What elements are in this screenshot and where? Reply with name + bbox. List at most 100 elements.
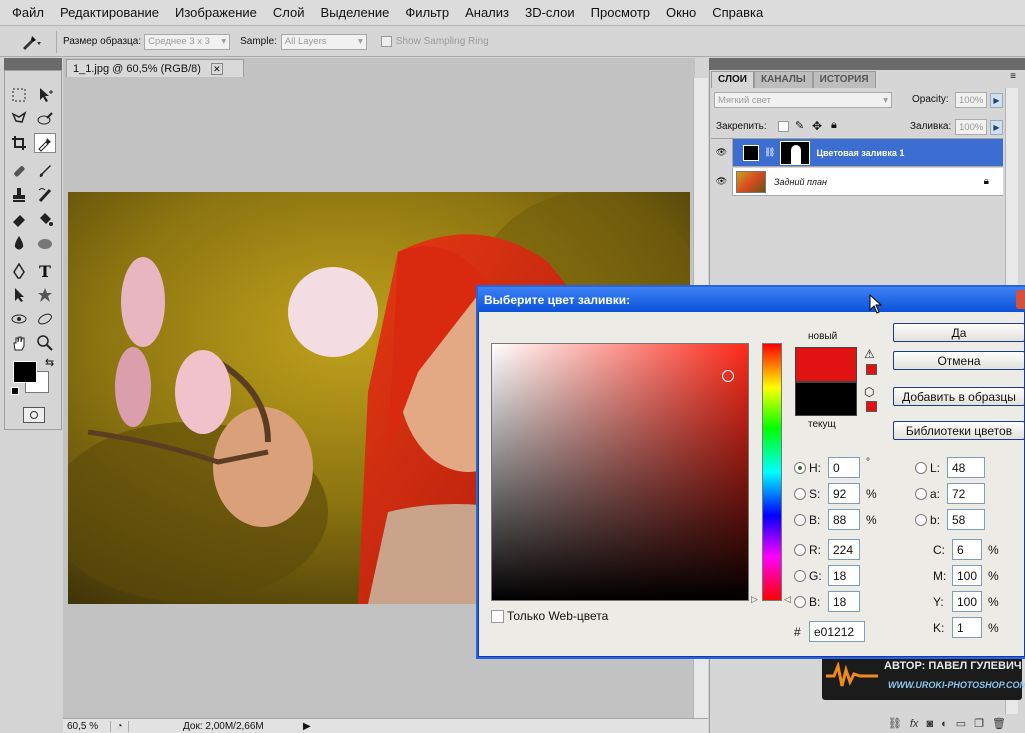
eraser-tool-icon[interactable]: [8, 209, 30, 229]
shape-tool-icon[interactable]: [34, 285, 56, 305]
ok-button[interactable]: Да: [893, 323, 1025, 342]
add-to-swatches-button[interactable]: Добавить в образцы: [893, 387, 1025, 406]
blur-tool-icon[interactable]: [8, 233, 30, 253]
trash-icon[interactable]: 🗑︎: [992, 717, 1006, 730]
gamut-color-swatch[interactable]: [866, 364, 877, 375]
pen-tool-icon[interactable]: [8, 261, 30, 281]
status-menu-arrow-icon[interactable]: ▶: [303, 721, 311, 732]
tab-channels[interactable]: КАНАЛЫ: [753, 71, 813, 88]
eye-icon[interactable]: 👁︎: [711, 138, 733, 167]
lock-transparency-icon[interactable]: [778, 121, 789, 132]
out-of-gamut-warning-icon[interactable]: ⚠: [864, 347, 875, 361]
menu-image[interactable]: Изображение: [167, 5, 265, 20]
menu-window[interactable]: Окно: [658, 5, 704, 20]
menu-layer[interactable]: Слой: [265, 5, 313, 20]
stamp-tool-icon[interactable]: [8, 185, 30, 205]
layer-row-color-fill[interactable]: 👁︎ ⛓ Цветовая заливка 1: [711, 138, 1003, 167]
link-layers-icon[interactable]: ⛓: [888, 717, 902, 730]
path-selection-tool-icon[interactable]: [8, 285, 30, 305]
lock-all-icon[interactable]: 🔒︎: [831, 119, 837, 132]
zoom-tool-icon[interactable]: [34, 333, 56, 353]
zoom-level[interactable]: 60,5 %: [63, 720, 111, 732]
opacity-arrow-icon[interactable]: ▶: [990, 93, 1003, 108]
dialog-close-icon[interactable]: [1016, 290, 1025, 309]
green-input[interactable]: 18: [828, 565, 860, 586]
hand-tool-icon[interactable]: [8, 333, 30, 353]
blue-input[interactable]: 18: [828, 591, 860, 612]
healing-brush-tool-icon[interactable]: [8, 161, 30, 181]
saturation-input[interactable]: 92: [828, 483, 860, 504]
web-only-checkbox[interactable]: [491, 609, 504, 623]
menu-edit[interactable]: Редактирование: [52, 5, 167, 20]
close-icon[interactable]: ✕: [210, 62, 223, 75]
hue-radio[interactable]: [794, 461, 806, 474]
move-tool-icon[interactable]: [34, 85, 56, 105]
panel-header[interactable]: [709, 58, 1025, 70]
lasso-tool-icon[interactable]: [8, 109, 30, 129]
menu-help[interactable]: Справка: [704, 5, 771, 20]
quick-mask-icon[interactable]: [23, 407, 45, 423]
paint-bucket-tool-icon[interactable]: [34, 209, 56, 229]
web-safe-color-swatch[interactable]: [866, 401, 877, 412]
new-group-icon[interactable]: ▭: [956, 717, 966, 730]
dialog-title[interactable]: Выберите цвет заливки:: [478, 287, 1025, 312]
red-radio[interactable]: [794, 543, 806, 556]
hue-slider[interactable]: [762, 343, 782, 601]
lab-b-input[interactable]: 58: [947, 509, 985, 530]
tab-history[interactable]: ИСТОРИЯ: [812, 71, 876, 88]
cancel-button[interactable]: Отмена: [893, 351, 1025, 370]
add-mask-icon[interactable]: ◙: [926, 718, 933, 730]
brightness-input[interactable]: 88: [828, 509, 860, 530]
tools-panel-header[interactable]: [4, 58, 62, 70]
tab-layers[interactable]: СЛОИ: [711, 71, 754, 88]
3d-orbit-tool-icon[interactable]: [34, 309, 56, 329]
foreground-color-swatch[interactable]: [13, 361, 37, 383]
panel-menu-icon[interactable]: ≡: [1010, 71, 1016, 88]
lab-a-input[interactable]: 72: [947, 483, 985, 504]
sample-select[interactable]: All Layers ▾: [280, 33, 367, 50]
cyan-input[interactable]: 6: [952, 539, 982, 560]
color-libraries-button[interactable]: Библиотеки цветов: [893, 421, 1025, 440]
opacity-input[interactable]: 100%: [955, 92, 987, 108]
sponge-tool-icon[interactable]: [34, 233, 56, 253]
fill-arrow-icon[interactable]: ▶: [990, 120, 1003, 135]
lock-pixels-icon[interactable]: ✎: [795, 119, 804, 132]
blue-radio[interactable]: [794, 595, 806, 608]
lab-l-radio[interactable]: [915, 461, 927, 474]
green-radio[interactable]: [794, 569, 806, 582]
menu-analysis[interactable]: Анализ: [457, 5, 517, 20]
brush-tool-icon[interactable]: [34, 161, 56, 181]
history-brush-tool-icon[interactable]: [34, 185, 56, 205]
default-colors-icon[interactable]: [11, 387, 19, 395]
lab-l-input[interactable]: 48: [947, 457, 985, 478]
current-color-swatch[interactable]: [795, 382, 857, 416]
chain-link-icon[interactable]: ⛓: [764, 147, 775, 158]
eyedropper-preset-icon[interactable]: [20, 33, 50, 51]
type-tool-icon[interactable]: T: [34, 261, 56, 281]
menu-3d[interactable]: 3D-слои: [517, 5, 583, 20]
menu-file[interactable]: Файл: [4, 5, 52, 20]
lab-b-radio[interactable]: [915, 513, 927, 526]
eyedropper-tool-icon[interactable]: [34, 133, 56, 153]
magenta-input[interactable]: 100: [952, 565, 982, 586]
hex-input[interactable]: e01212: [809, 621, 865, 642]
layer-row-background[interactable]: 👁︎ Задний план 🔒︎: [711, 167, 1003, 196]
hue-slider-left-arrow-icon[interactable]: ▷: [751, 594, 758, 605]
red-input[interactable]: 224: [828, 539, 860, 560]
swap-colors-icon[interactable]: ⇆: [45, 356, 54, 369]
3d-rotate-tool-icon[interactable]: [8, 309, 30, 329]
black-input[interactable]: 1: [952, 617, 982, 638]
brightness-radio[interactable]: [794, 513, 806, 526]
menu-select[interactable]: Выделение: [313, 5, 398, 20]
new-layer-icon[interactable]: ❐: [974, 717, 984, 730]
fx-icon[interactable]: fx: [910, 718, 919, 730]
lab-a-radio[interactable]: [915, 487, 927, 500]
zoom-icon[interactable]: ◔: [111, 720, 129, 732]
fill-input[interactable]: 100%: [955, 119, 987, 135]
web-safe-cube-icon[interactable]: ⬡: [864, 385, 874, 399]
eye-icon[interactable]: 👁︎: [711, 167, 733, 196]
document-tab[interactable]: 1_1.jpg @ 60,5% (RGB/8) ✕: [66, 59, 244, 77]
hue-input[interactable]: 0: [828, 457, 860, 478]
blend-mode-select[interactable]: Мягкий свет ▾: [714, 92, 892, 108]
yellow-input[interactable]: 100: [952, 591, 982, 612]
